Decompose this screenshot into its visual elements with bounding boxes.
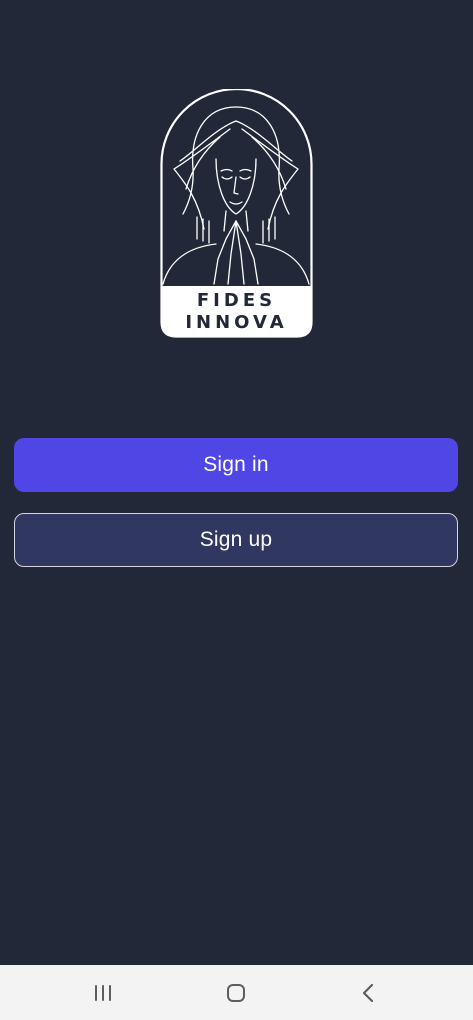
recents-button[interactable] [73,965,133,1020]
sign-up-label: Sign up [199,528,273,551]
sign-in-label: Sign in [203,453,269,476]
system-navigation-bar [0,965,473,1020]
status-bar [0,0,473,6]
sign-in-button[interactable]: Sign in [14,438,458,492]
recents-icon [95,984,111,1001]
welcome-screen: FIDES INNOVA Sign in Sign up [0,0,473,965]
fides-innova-logo: FIDES INNOVA [160,89,313,338]
logo-text-line2: INNOVA [185,312,287,333]
sign-up-button[interactable]: Sign up [14,513,458,567]
logo-text-line1: FIDES [197,290,276,311]
back-icon [362,983,374,1002]
back-button[interactable] [338,965,398,1020]
home-icon [227,983,245,1002]
home-button[interactable] [206,965,266,1020]
